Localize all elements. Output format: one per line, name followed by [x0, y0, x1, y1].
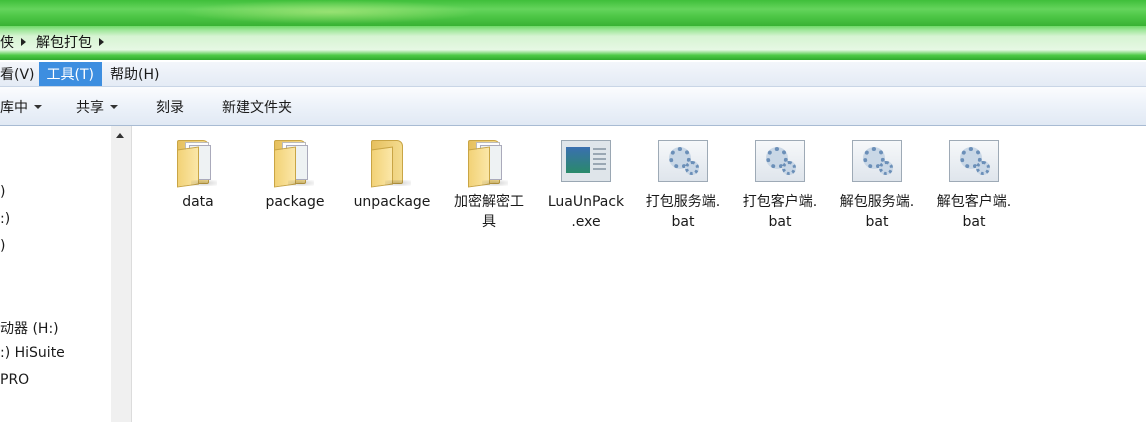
share-label: 共享 — [76, 100, 104, 116]
file-name: 解包服务端. bat — [839, 194, 915, 230]
breadcrumb-item-current[interactable]: 解包打包 — [32, 32, 96, 52]
file-name: 解包客户端. bat — [936, 194, 1012, 230]
nav-item-drive-h[interactable]: 动器 (H:) — [0, 318, 59, 338]
nav-scrollbar[interactable] — [111, 126, 132, 422]
menu-view[interactable]: 看(V) — [0, 62, 39, 86]
command-bar: 库中 共享 刻录 新建文件夹 — [0, 87, 1146, 126]
file-name: LuaUnPack .exe — [547, 194, 625, 230]
file-item-unpack-client-bat[interactable]: 解包客户端. bat — [929, 136, 1019, 232]
menu-bar: 看(V) 工具(T) 帮助(H) — [0, 62, 1146, 87]
file-item-package[interactable]: package — [250, 136, 340, 212]
folder-icon — [268, 136, 322, 190]
file-name: 打包客户端. bat — [742, 194, 818, 230]
nav-item-drive-3[interactable]: ) — [0, 238, 5, 254]
address-bar[interactable]: 侠 解包打包 — [0, 26, 1146, 60]
breadcrumb: 侠 解包打包 — [0, 30, 110, 54]
file-item-data[interactable]: data — [153, 136, 243, 212]
exe-icon — [559, 136, 613, 190]
folder-icon — [365, 136, 419, 190]
file-name: package — [265, 194, 325, 210]
menu-help[interactable]: 帮助(H) — [102, 62, 163, 86]
navigation-pane: ) :) ) 动器 (H:) :) HiSuite PRO — [0, 126, 112, 422]
bat-file-icon — [656, 136, 710, 190]
file-item-pack-server-bat[interactable]: 打包服务端. bat — [638, 136, 728, 232]
folder-icon — [462, 136, 516, 190]
nav-item-drive-1[interactable]: ) — [0, 184, 5, 200]
file-name: 打包服务端. bat — [645, 194, 721, 230]
bat-file-icon — [850, 136, 904, 190]
menu-tools[interactable]: 工具(T) — [38, 62, 102, 86]
file-name: data — [182, 194, 214, 210]
title-bar-glow — [180, 0, 480, 24]
chevron-down-icon — [110, 105, 118, 109]
nav-item-hisuite[interactable]: :) HiSuite — [0, 345, 65, 361]
file-name: 加密解密工具 — [454, 194, 524, 230]
include-in-library-button[interactable]: 库中 — [0, 97, 42, 117]
breadcrumb-arrow-icon[interactable] — [99, 38, 104, 46]
breadcrumb-item-parent[interactable]: 侠 — [0, 32, 18, 52]
scroll-up-arrow-icon[interactable] — [116, 133, 124, 138]
new-folder-button[interactable]: 新建文件夹 — [222, 97, 292, 117]
bat-file-icon — [947, 136, 1001, 190]
bat-file-icon — [753, 136, 807, 190]
burn-button[interactable]: 刻录 — [156, 97, 184, 117]
file-list: data package unpackage 加密解密工具 LuaUnPack. — [132, 126, 1146, 422]
file-name: unpackage — [353, 194, 431, 210]
nav-item-drive-2[interactable]: :) — [0, 211, 10, 227]
chevron-down-icon — [34, 105, 42, 109]
file-item-encrypt-tools[interactable]: 加密解密工具 — [444, 136, 534, 232]
file-item-unpack-server-bat[interactable]: 解包服务端. bat — [832, 136, 922, 232]
nav-item-pro[interactable]: PRO — [0, 372, 29, 388]
file-item-unpackage[interactable]: unpackage — [347, 136, 437, 212]
include-in-library-label: 库中 — [0, 100, 28, 116]
file-item-luaunpack-exe[interactable]: LuaUnPack .exe — [541, 136, 631, 232]
share-button[interactable]: 共享 — [76, 97, 118, 117]
file-item-pack-client-bat[interactable]: 打包客户端. bat — [735, 136, 825, 232]
window-title-bar[interactable] — [0, 0, 1146, 26]
folder-icon — [171, 136, 225, 190]
breadcrumb-arrow-icon[interactable] — [21, 38, 26, 46]
